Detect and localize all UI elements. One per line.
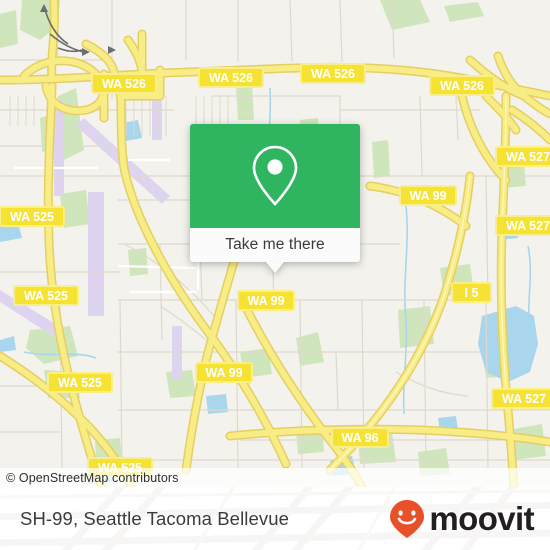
- road-shield: WA 526: [91, 73, 157, 94]
- popup-image-area: [190, 124, 360, 228]
- road-shield: WA 527: [495, 215, 550, 236]
- road-shield-label: WA 526: [209, 71, 253, 85]
- road-shield: WA 525: [13, 285, 79, 306]
- road-shield: WA 96: [331, 427, 389, 448]
- map-attribution[interactable]: © OpenStreetMap contributors: [0, 468, 550, 487]
- road-shield: WA 99: [195, 362, 253, 383]
- map-pin-icon: [252, 145, 298, 206]
- road-shield: WA 527: [495, 146, 550, 167]
- road-shield-label: I 5: [465, 286, 479, 300]
- place-popup-card[interactable]: Take me there: [190, 124, 360, 273]
- road-shield-label: WA 526: [440, 79, 484, 93]
- road-shield: WA 527: [491, 388, 550, 409]
- road-shield-label: WA 526: [311, 67, 355, 81]
- moovit-logo[interactable]: moovit: [387, 487, 535, 550]
- road-shield-label: WA 99: [409, 189, 446, 203]
- road-shield-label: WA 99: [247, 294, 284, 308]
- road-shield-label: WA 525: [10, 210, 54, 224]
- attribution-text: © OpenStreetMap contributors: [6, 470, 179, 485]
- road-shield-label: WA 525: [24, 289, 68, 303]
- road-shield-label: WA 527: [506, 150, 550, 164]
- place-name-text: SH-99, Seattle Tacoma Bellevue: [20, 507, 290, 529]
- road-shield-label: WA 96: [341, 431, 378, 445]
- footer-bar: SH-99, Seattle Tacoma Bellevue moovit: [0, 487, 550, 550]
- map-screen: WA 526 WA 526 WA 526 WA 526 WA 527 WA 99 WA 52…: [0, 0, 550, 550]
- road-shield-label: WA 527: [506, 219, 550, 233]
- take-me-there-label: Take me there: [225, 236, 325, 253]
- road-shield: WA 99: [237, 290, 295, 311]
- take-me-there-button[interactable]: Take me there: [190, 228, 360, 262]
- road-shield-label: WA 525: [58, 376, 102, 390]
- place-name-label: SH-99, Seattle Tacoma Bellevue: [20, 487, 289, 550]
- road-shield-label: WA 99: [205, 366, 242, 380]
- road-shield-label: WA 526: [102, 77, 146, 91]
- road-shield: WA 526: [198, 67, 264, 88]
- moovit-smiley-pin-icon: [390, 499, 425, 538]
- road-shield: WA 525: [0, 206, 65, 227]
- road-shield: WA 526: [300, 63, 366, 84]
- road-shield-label: WA 527: [502, 392, 546, 406]
- road-shield: WA 525: [47, 372, 113, 393]
- road-shield: WA 99: [399, 185, 457, 206]
- moovit-wordmark: moovit: [429, 500, 534, 537]
- road-shield: I 5: [451, 282, 492, 303]
- road-shield: WA 526: [429, 75, 495, 96]
- popup-pointer-tail: [266, 262, 284, 273]
